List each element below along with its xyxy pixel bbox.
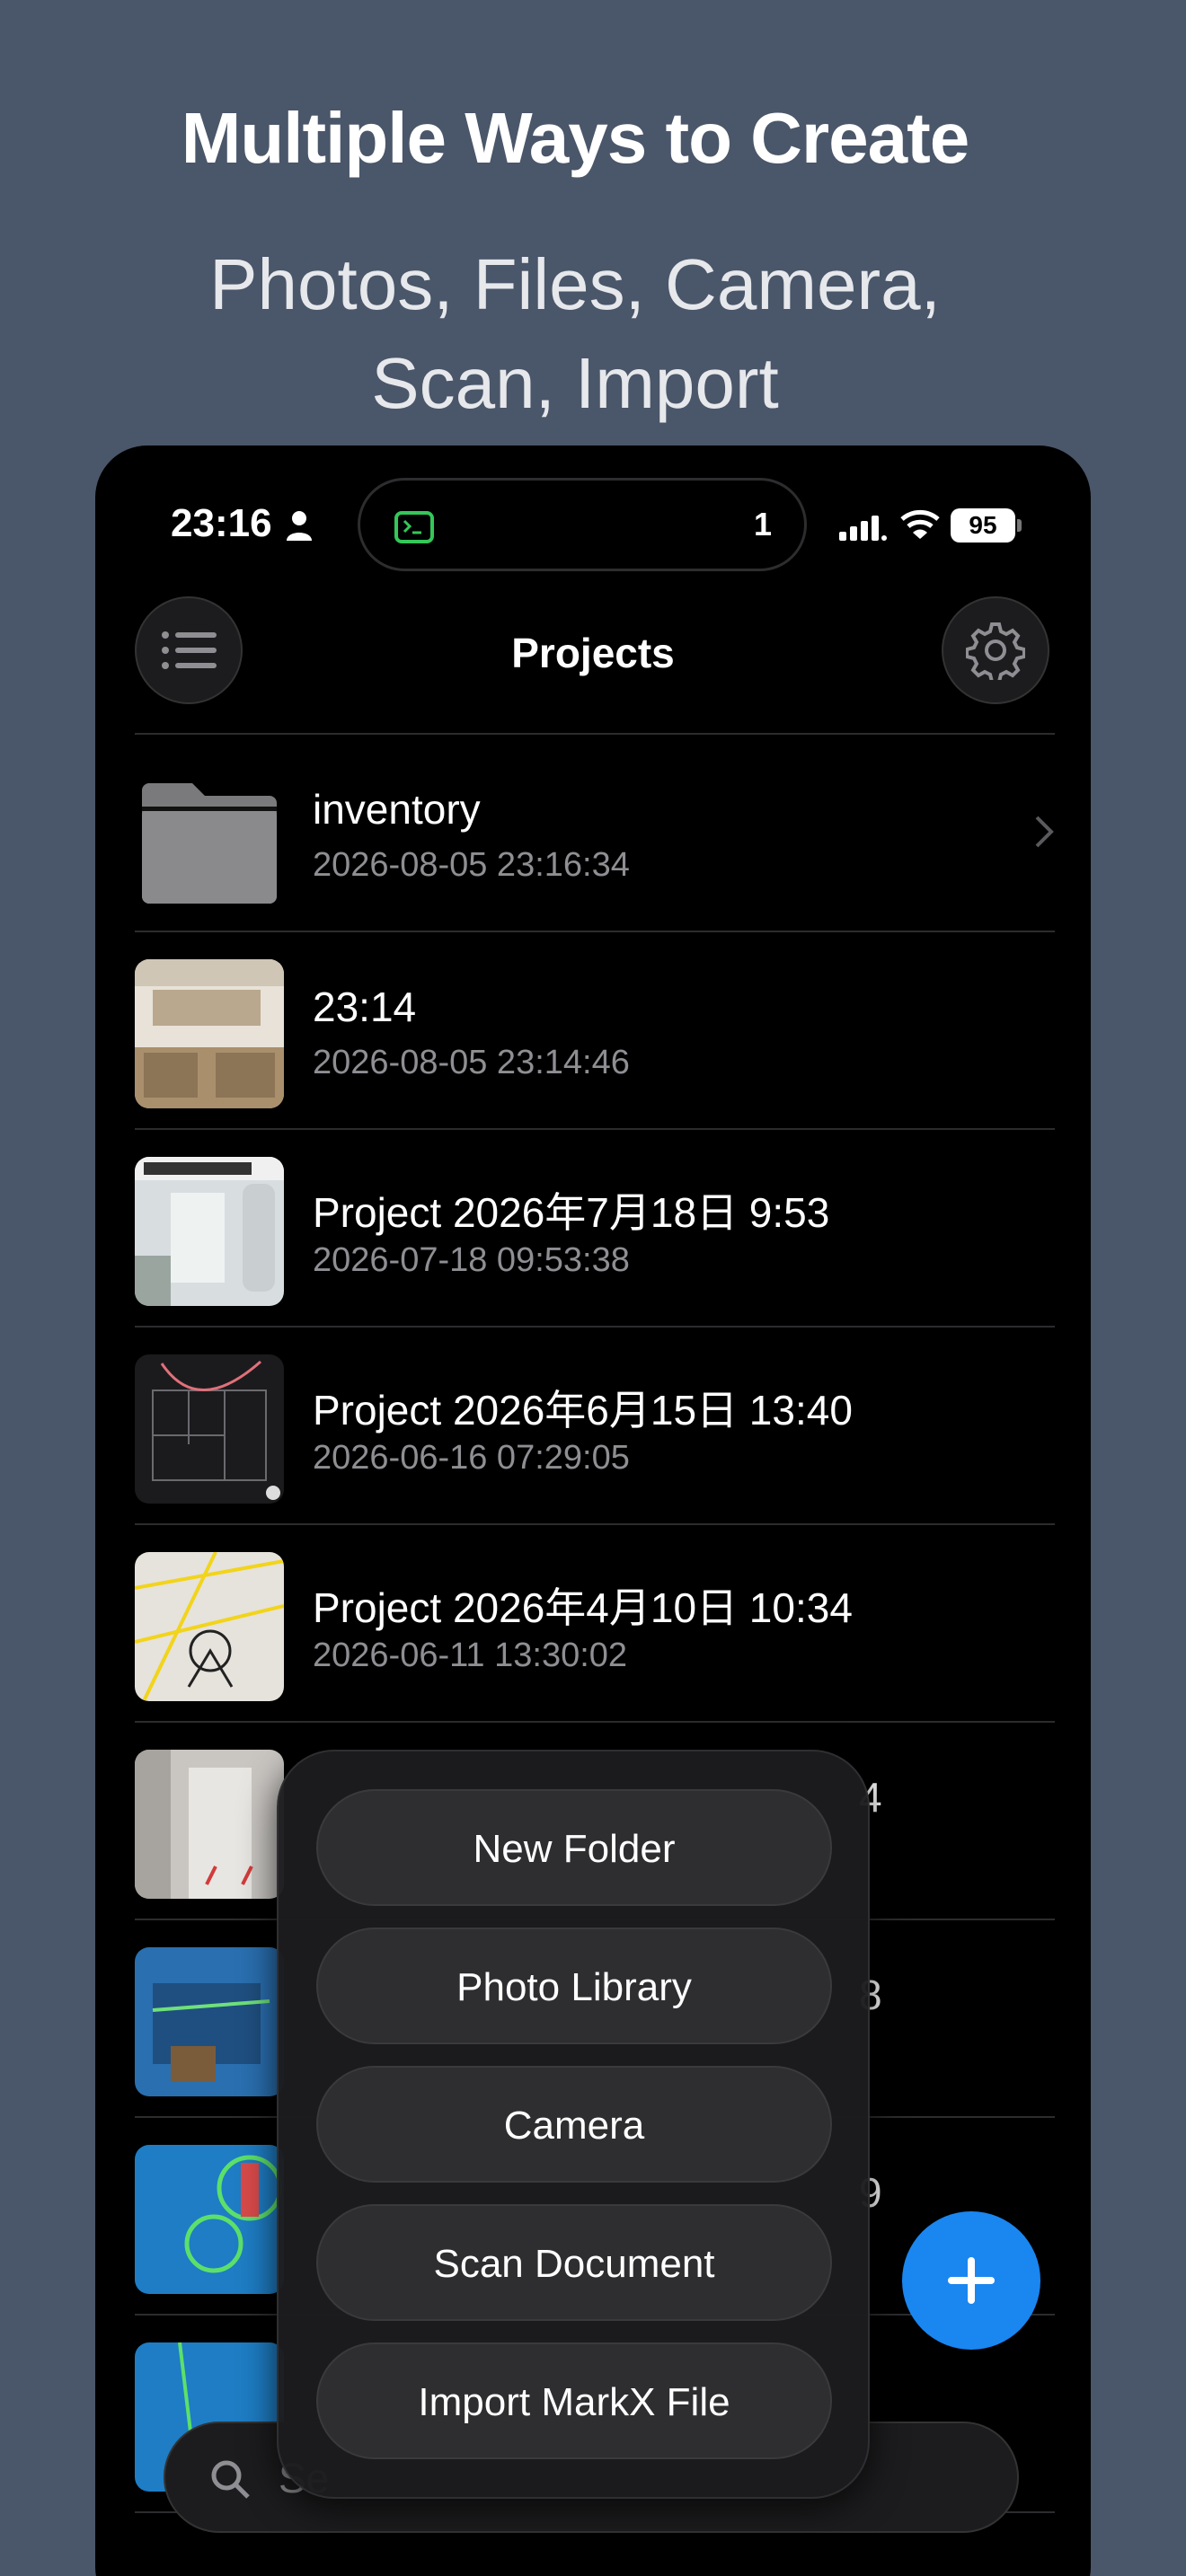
battery-indicator: 95 xyxy=(951,508,1015,543)
project-title: inventory xyxy=(313,786,481,833)
chevron-right-icon xyxy=(1035,816,1054,848)
project-date: 2026-06-11 13:30:02 xyxy=(313,1636,628,1674)
blue-wall-thumbnail xyxy=(135,2145,284,2294)
dynamic-island[interactable]: 1 xyxy=(358,478,807,571)
floor-plan-thumbnail xyxy=(135,1354,284,1504)
terminal-icon xyxy=(394,511,434,543)
phone-screen: 23:16 1 95 Projects inventory 2026-08-05… xyxy=(95,446,1091,2576)
project-title: Project 2026年4月10日 10:34 xyxy=(313,1584,853,1631)
promo-subhead-line2: Scan, Import xyxy=(371,343,779,423)
project-date: 2026-08-05 23:14:46 xyxy=(313,1044,630,1081)
project-date: 2026-06-16 07:29:05 xyxy=(313,1439,630,1477)
doorway-thumbnail xyxy=(135,1750,284,1899)
wifi-icon xyxy=(900,509,940,539)
promo-headline: Multiple Ways to Create xyxy=(181,98,969,178)
shop-window-thumbnail xyxy=(135,1157,284,1306)
menu-item-new-folder[interactable]: New Folder xyxy=(316,1789,832,1906)
battery-tip xyxy=(1017,519,1022,532)
project-row[interactable]: Project 2026年6月15日 13:40 2026-06-16 07:2… xyxy=(135,1328,1055,1525)
add-menu: New Folder Photo Library Camera Scan Doc… xyxy=(277,1750,870,2499)
workshop-thumbnail xyxy=(135,1947,284,2096)
project-date: 2026-07-18 09:53:38 xyxy=(313,1241,630,1279)
folder-icon xyxy=(142,783,277,904)
search-icon xyxy=(211,2460,250,2499)
island-count: 1 xyxy=(753,506,772,543)
status-time: 23:16 xyxy=(171,501,272,545)
menu-item-scan-document[interactable]: Scan Document xyxy=(316,2204,832,2321)
menu-item-import-markx-file[interactable]: Import MarkX File xyxy=(316,2342,832,2459)
gear-icon xyxy=(966,622,1025,680)
menu-item-camera[interactable]: Camera xyxy=(316,2066,832,2183)
promo-subhead-line1: Photos, Files, Camera, xyxy=(209,244,941,324)
kitchen-thumbnail xyxy=(135,959,284,1108)
add-button[interactable] xyxy=(902,2211,1040,2350)
project-row[interactable]: inventory 2026-08-05 23:16:34 xyxy=(135,735,1055,932)
project-row[interactable]: Project 2026年7月18日 9:53 2026-07-18 09:53… xyxy=(135,1130,1055,1328)
person-icon xyxy=(287,511,312,541)
plus-icon xyxy=(948,2257,995,2304)
settings-button[interactable] xyxy=(942,596,1049,704)
project-date: 2026-08-05 23:16:34 xyxy=(313,846,630,884)
promo-subhead: Photos, Files, Camera, Scan, Import xyxy=(0,235,1150,433)
signal-icon xyxy=(839,516,887,541)
project-title: 23:14 xyxy=(313,984,417,1030)
annotated-photo-thumbnail xyxy=(135,1552,284,1701)
project-title: Project 2026年6月15日 13:40 xyxy=(313,1387,853,1434)
project-row[interactable]: 23:14 2026-08-05 23:14:46 xyxy=(135,932,1055,1130)
project-title: Project 2026年7月18日 9:53 xyxy=(313,1189,830,1236)
menu-item-photo-library[interactable]: Photo Library xyxy=(316,1928,832,2044)
project-row[interactable]: Project 2026年4月10日 10:34 2026-06-11 13:3… xyxy=(135,1525,1055,1723)
